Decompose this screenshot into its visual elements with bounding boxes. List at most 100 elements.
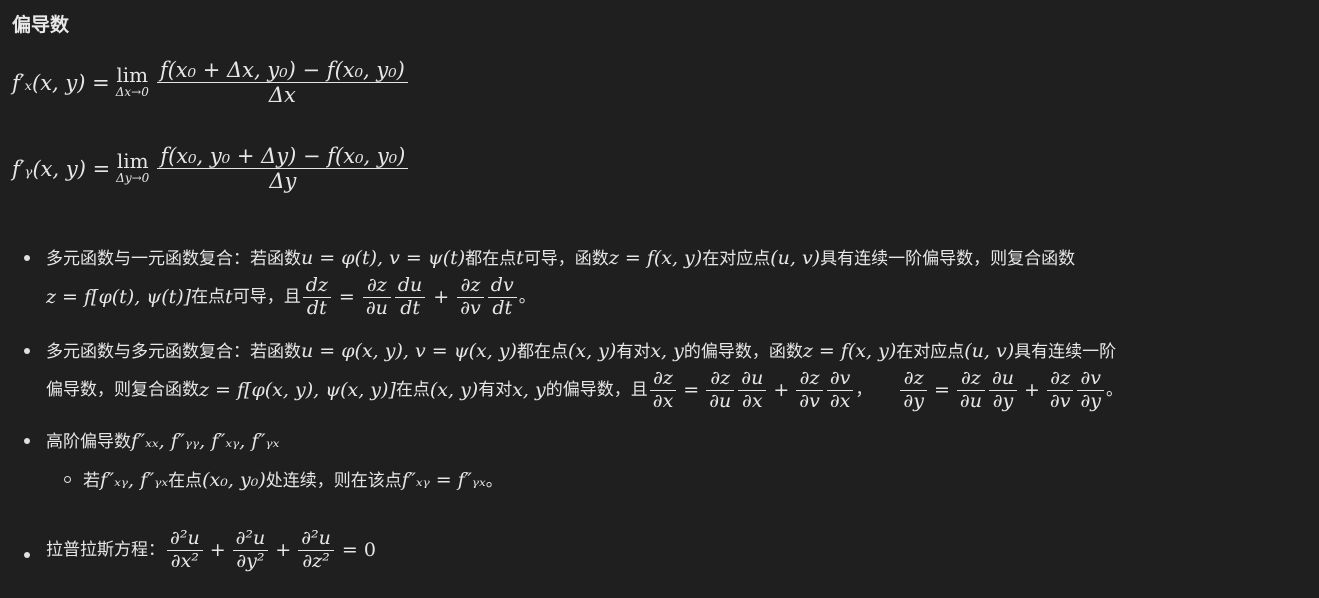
sub-list-item: 若f″ₓᵧ, f″ᵧₓ在点(x₀, y₀)处连续，则在该点f″ₓᵧ = f″ᵧₓ… [64, 466, 503, 495]
math-inline: t [516, 247, 524, 269]
operator: = [683, 379, 700, 402]
math-inline: u = φ(t), v = ψ(t) [301, 247, 466, 269]
text: 都在点 [516, 342, 568, 362]
formula-lhs: f′ᵧ(x, y) = [12, 156, 111, 181]
text: 在点 [191, 287, 226, 308]
fraction: ∂v ∂y [1077, 367, 1105, 413]
text: 处连续，则在该点 [265, 471, 402, 491]
numerator: ∂z [1050, 367, 1071, 389]
denominator: dt [306, 296, 327, 319]
denominator: ∂x² [170, 549, 199, 572]
text: 拉普拉斯方程： [46, 540, 165, 561]
math-inline: u = φ(x, y), v = ψ(x, y) [301, 340, 517, 362]
list-item: 多元函数与一元函数复合：若函数u = φ(t), v = ψ(t)都在点t可导，… [24, 244, 1075, 320]
denominator: ∂u [959, 389, 982, 412]
denominator: ∂z² [302, 549, 330, 572]
numerator: dz [305, 274, 328, 296]
section-heading: 偏导数 [12, 14, 70, 36]
difference-quotient: f(x₀ + Δx, y₀) − f(x₀, y₀) Δx [156, 58, 408, 108]
fraction: ∂z ∂y [900, 367, 927, 413]
fraction: ∂u ∂y [988, 367, 1017, 413]
operator: + [433, 286, 450, 309]
denominator: dt [492, 296, 513, 319]
text: 有对 [616, 342, 651, 362]
math-inline: f″ₓᵧ, f″ᵧₓ [100, 469, 169, 491]
bullet-dot [24, 348, 30, 354]
fraction: ∂u ∂x [738, 367, 767, 413]
numerator: ∂v [829, 367, 851, 389]
fraction: dz dt [302, 274, 331, 320]
fraction: ∂z ∂u [956, 367, 985, 413]
text: 高阶偏导数 [46, 432, 131, 452]
numerator: ∂z [366, 274, 387, 296]
list-item: 多元函数与多元函数复合：若函数u = φ(x, y), v = ψ(x, y)都… [24, 337, 1123, 413]
math-inline: x, y [512, 379, 546, 402]
math-inline: z = f[φ(t), ψ(t)] [46, 286, 192, 309]
math-inline: (x, y) [567, 340, 617, 362]
denominator: ∂y [1080, 389, 1102, 412]
text: 在对应点 [896, 342, 965, 362]
numerator: ∂z [960, 367, 981, 389]
numerator: ∂z [903, 367, 924, 389]
line: z = f[φ(t), ψ(t)] 在点 t 可导，且 dz dt = ∂z ∂u du d… [46, 274, 1075, 320]
numerator: ∂z [460, 274, 481, 296]
denominator: Δx [268, 83, 296, 108]
fraction: ∂²u ∂y² [232, 527, 269, 573]
math-inline: f″ₓᵧ = f″ᵧₓ [401, 469, 486, 491]
text: 有对 [478, 380, 513, 401]
denominator: ∂v [460, 296, 481, 319]
limit-subscript: Δy→0 [116, 171, 150, 186]
math-inline: x, y [650, 340, 684, 362]
numerator: ∂u [741, 367, 764, 389]
text: 可导，且 [232, 287, 301, 308]
fraction: ∂z ∂u [362, 274, 391, 320]
fraction: ∂z ∂v [796, 367, 823, 413]
bullet-dot [24, 255, 30, 261]
denominator: ∂x [742, 389, 763, 412]
math-inline: (x, y) [429, 379, 479, 402]
math-inline: z = f(x, y) [802, 340, 897, 362]
operator: = [338, 286, 355, 309]
fraction: ∂z ∂u [706, 367, 735, 413]
numerator: f(x₀, y₀ + Δy) − f(x₀, y₀) [160, 144, 406, 168]
math-inline: t [225, 286, 233, 309]
numerator: ∂z [653, 367, 673, 389]
fraction: ∂z ∂v [1046, 367, 1074, 413]
text: 的偏导数，且 [545, 380, 648, 401]
limit-subscript: Δx→0 [115, 85, 149, 100]
text: 可导，函数 [523, 249, 609, 269]
numerator: ∂v [1080, 367, 1102, 389]
list-item: 高阶偏导数f″ₓₓ, f″ᵧᵧ, f″ₓᵧ, f″ᵧₓ [24, 427, 279, 456]
text: 多元函数与多元函数复合：若函数 [46, 342, 301, 362]
math-inline: (x₀, y₀) [202, 469, 266, 491]
text: 多元函数与一元函数复合：若函数 [46, 249, 301, 269]
numerator: ∂u [991, 367, 1014, 389]
denominator: ∂u [365, 296, 388, 319]
numerator: ∂²u [235, 527, 266, 549]
bullet-dot [24, 552, 30, 558]
list-item: 拉普拉斯方程： ∂²u ∂x² + ∂²u ∂y² + ∂²u ∂z² = 0 [24, 527, 376, 573]
numerator: ∂²u [301, 527, 331, 549]
denominator: ∂x [652, 389, 674, 412]
list-item-text: 若f″ₓᵧ, f″ᵧₓ在点(x₀, y₀)处连续，则在该点f″ₓᵧ = f″ᵧₓ… [83, 466, 503, 495]
limit-word: lim [116, 149, 149, 174]
text: 都在点 [465, 249, 517, 269]
math-inline: f″ₓₓ, f″ᵧᵧ, f″ₓᵧ, f″ᵧₓ [131, 430, 280, 452]
text: 具有连续一阶 [1014, 342, 1117, 362]
math-inline: (u, v) [964, 340, 1015, 362]
list-item-text: 高阶偏导数f″ₓₓ, f″ᵧᵧ, f″ₓᵧ, f″ᵧₓ [46, 427, 279, 456]
numerator: ∂z [799, 367, 820, 389]
limit: lim Δx→0 [116, 65, 149, 99]
text: 偏导数，则复合函数 [46, 380, 199, 401]
denominator: ∂y [903, 389, 924, 412]
text: 若 [83, 471, 100, 491]
operator: + [773, 379, 790, 402]
numerator: du [397, 274, 423, 296]
formula-lhs: f′ₓ(x, y) = [12, 70, 110, 95]
text: 在对应点 [702, 249, 771, 269]
numerator: ∂²u [170, 527, 200, 549]
line: 多元函数与一元函数复合：若函数u = φ(t), v = ψ(t)都在点t可导，… [46, 244, 1075, 273]
fraction: ∂v ∂x [826, 367, 854, 413]
operator: = [933, 379, 950, 402]
limit: lim Δy→0 [116, 151, 149, 185]
